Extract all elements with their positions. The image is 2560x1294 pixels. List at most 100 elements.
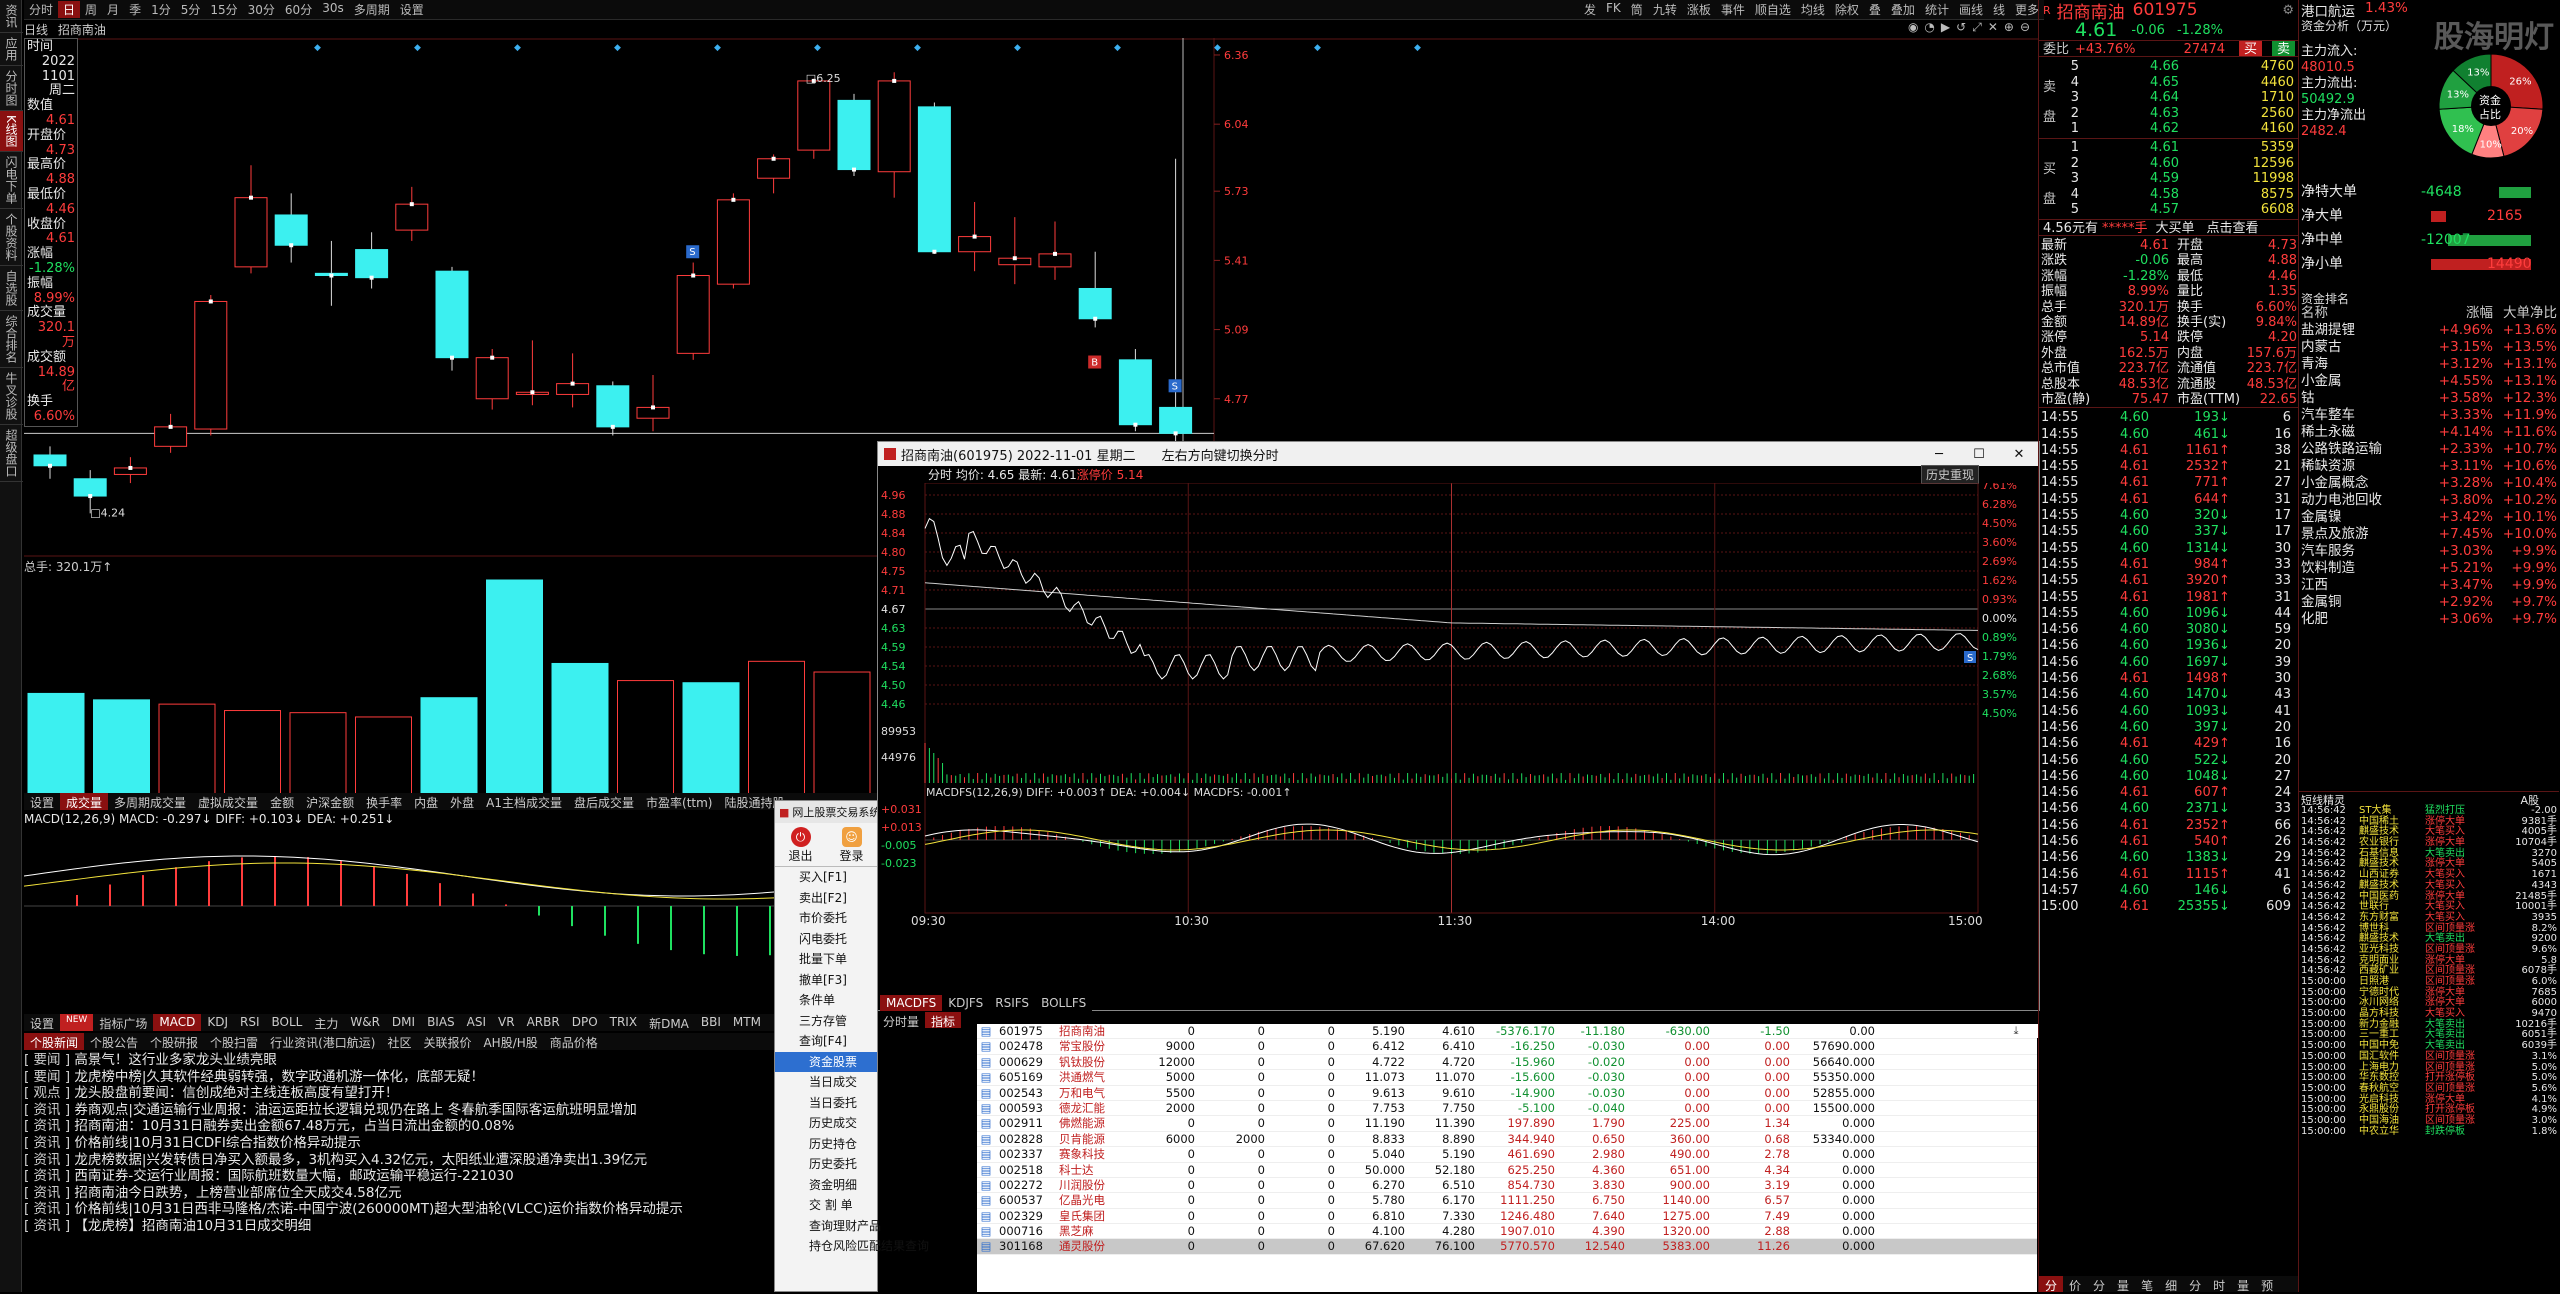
tool-tab-0[interactable]: 发 <box>1579 1 1601 18</box>
period-tab-3[interactable]: 月 <box>102 1 124 18</box>
exit-button[interactable]: ⏻ 退出 <box>775 823 826 866</box>
trade-menu-item-7[interactable]: 三方存管 <box>775 1011 877 1032</box>
popup-tab-0[interactable]: MACDFS <box>880 995 943 1011</box>
leftbar-item-5[interactable]: 个股资料 <box>0 209 23 266</box>
expand-icon[interactable]: ⤢ <box>1972 20 1982 38</box>
rank-row-14[interactable]: 饮料制造 +5.21% +9.9% <box>2299 560 2559 577</box>
leftbar-item-9[interactable]: 超级盘口 <box>0 425 23 482</box>
eye-icon[interactable]: ◉ <box>1908 20 1918 38</box>
indicator-tab-18[interactable]: MTM <box>727 1014 767 1031</box>
indicator-tab-3[interactable]: MACD <box>153 1014 202 1031</box>
period-tab-9[interactable]: 60分 <box>280 1 317 18</box>
mini-row-26[interactable]: 15:00:00 春秋航空 区间顶量涨 5.6% <box>2299 1083 2559 1095</box>
bell-icon[interactable]: ◔ <box>1924 20 1934 38</box>
news-item-9[interactable]: [ 资讯 ] 价格前线|10月31日西非马隆格/杰诺-中国宁波(260000MT… <box>24 1201 776 1218</box>
tool-tab-10[interactable]: 叠加 <box>1886 1 1920 18</box>
rank-row-13[interactable]: 汽车服务 +3.03% +9.9% <box>2299 543 2559 560</box>
table-row[interactable]: ▤ 002518 科士达 0 0 0 50.000 52.180 625.250 4.360 651… <box>977 1163 2037 1178</box>
volume-tab-4[interactable]: 金额 <box>264 793 300 810</box>
volume-tab-8[interactable]: 外盘 <box>444 793 480 810</box>
rank-row-17[interactable]: 化肥 +3.06% +9.7% <box>2299 611 2559 628</box>
indicator-tab-6[interactable]: BOLL <box>266 1014 309 1031</box>
trade-menu-item-14[interactable]: 历史委托 <box>775 1154 877 1175</box>
leftbar-item-8[interactable]: 牛叉诊股 <box>0 368 23 425</box>
indicator-tab-12[interactable]: VR <box>492 1014 521 1031</box>
tool-tab-8[interactable]: 除权 <box>1830 1 1864 18</box>
intraday-chart[interactable]: 4.96 4.88 4.84 4.80 4.75 4.71 4.67 4.63 4.59 4.54… <box>878 479 2039 988</box>
news-tab-0[interactable]: 个股新闻 <box>24 1033 85 1050</box>
indicator-tab-14[interactable]: DPO <box>566 1014 604 1031</box>
trade-menu-item-9[interactable]: 资金股票 <box>775 1051 877 1072</box>
news-item-5[interactable]: [ 资讯 ] 价格前线|10月31日CDFI综合指数价格异动提示 <box>24 1135 776 1152</box>
indicator-tab-0[interactable]: 设置 <box>24 1014 60 1031</box>
rank-row-3[interactable]: 小金属 +4.55% +13.1% <box>2299 373 2559 390</box>
volume-tab-5[interactable]: 沪深金额 <box>300 793 360 810</box>
download-icon[interactable]: ⤓ <box>1994 1024 2038 1038</box>
table-row[interactable]: ▤ 002478 常宝股份 9000 0 0 6.412 6.410 -16.250 -0.030… <box>977 1039 2037 1055</box>
tool-tab-5[interactable]: 事件 <box>1716 1 1750 18</box>
period-tab-1[interactable]: 日 <box>58 1 81 18</box>
table-row[interactable]: ▤ 301168 通灵股份 0 0 0 67.620 76.100 5770.570 12.540… <box>977 1239 2037 1255</box>
period-tab-2[interactable]: 周 <box>80 1 102 18</box>
indicator-tab-15[interactable]: TRIX <box>604 1014 643 1031</box>
mini-row-30[interactable]: 15:00:00 中农立华 封跌停板 1.8% <box>2299 1126 2559 1138</box>
mini-row-10[interactable]: 14:56:42 东方财富 大笔买入 3935 <box>2299 912 2559 924</box>
mini-row-7[interactable]: 14:56:42 麒盛技术 大笔买入 4343 <box>2299 880 2559 892</box>
tool-tab-9[interactable]: 叠 <box>1864 1 1886 18</box>
table-row[interactable]: ▤ 002272 川润股份 0 0 0 6.270 6.510 854.730 3.830 900.… <box>977 1178 2037 1194</box>
table-row[interactable]: ▤ 000716 黑芝麻 0 0 0 4.100 4.280 1907.010 4.390 1320… <box>977 1224 2037 1240</box>
volume-tab-0[interactable]: 设置 <box>24 793 60 810</box>
rank-row-4[interactable]: 钴 +3.58% +12.3% <box>2299 390 2559 407</box>
rank-row-6[interactable]: 稀土永磁 +4.14% +11.6% <box>2299 424 2559 441</box>
tool-tab-7[interactable]: 均线 <box>1796 1 1830 18</box>
news-item-1[interactable]: [ 要闻 ] 龙虎榜中榜|久其软件经典弱转强，数字政通机游一体化，底部无疑！ <box>24 1069 776 1086</box>
table-row[interactable]: ▤ 002911 佛燃能源 0 0 0 11.190 11.390 197.890 1.790 22… <box>977 1116 2037 1132</box>
big-order-link[interactable]: 点击查看 <box>2206 220 2258 236</box>
period-tab-11[interactable]: 多周期 <box>349 1 395 18</box>
indicator-tab-7[interactable]: 主力 <box>308 1014 344 1031</box>
indicator-tab-10[interactable]: BIAS <box>421 1014 461 1031</box>
indicator-tab-4[interactable]: KDJ <box>201 1014 234 1031</box>
trade-menu-item-5[interactable]: 撤单[F3] <box>775 970 877 991</box>
leftbar-item-2[interactable]: 分时图 <box>0 66 23 111</box>
tool-tab-12[interactable]: 画线 <box>1954 1 1988 18</box>
table-row[interactable]: ▤ 605169 洪通燃气 5000 0 0 11.073 11.070 -15.600 -0.0… <box>977 1070 2037 1086</box>
trade-menu-item-1[interactable]: 卖出[F2] <box>775 888 877 909</box>
news-tab-6[interactable]: 关联报价 <box>417 1033 477 1050</box>
trade-menu-item-15[interactable]: 资金明细 <box>775 1175 877 1196</box>
table-row[interactable]: ▤ 002329 皇氏集团 0 0 0 6.810 7.330 1246.480 7.640 127… <box>977 1209 2037 1225</box>
trade-menu-item-12[interactable]: 历史成交 <box>775 1113 877 1134</box>
rank-row-8[interactable]: 稀缺资源 +3.11% +10.6% <box>2299 458 2559 475</box>
news-item-6[interactable]: [ 资讯 ] 龙虎榜数据|兴发转债日净买入额最多，3机构买入4.32亿元，太阳纸… <box>24 1152 776 1169</box>
indicator-tab-2[interactable]: 指标广场 <box>93 1014 153 1031</box>
period-tab-5[interactable]: 1分 <box>146 1 176 18</box>
table-row[interactable]: ▤ 600537 亿晶光电 0 0 0 5.780 6.170 1111.250 6.750 114… <box>977 1193 2037 1209</box>
volume-tab-9[interactable]: A1主档成交量 <box>480 793 568 810</box>
trade-menu-item-2[interactable]: 市价委托 <box>775 908 877 929</box>
rank-header-2[interactable]: 大单净比 <box>2493 305 2557 322</box>
login-button[interactable]: ☺ 登录 <box>826 823 877 866</box>
volume-tab-10[interactable]: 盘后成交量 <box>568 793 640 810</box>
popup-bottom-tab-0[interactable]: 分时量 <box>877 1012 925 1029</box>
news-tab-5[interactable]: 社区 <box>381 1033 417 1050</box>
tool-tab-1[interactable]: FK <box>1601 1 1626 18</box>
quote-bottom-tab-2[interactable]: 分 <box>2087 1276 2111 1293</box>
trade-menu-item-10[interactable]: 当日成交 <box>775 1072 877 1093</box>
indicator-tab-17[interactable]: BBI <box>695 1014 727 1031</box>
popup-tab-2[interactable]: RSIFS <box>989 995 1035 1011</box>
maximize-icon[interactable]: ☐ <box>1959 447 1999 462</box>
rank-row-12[interactable]: 景点及旅游 +7.45% +10.0% <box>2299 526 2559 543</box>
volume-tab-1[interactable]: 成交量 <box>60 793 109 810</box>
news-tab-2[interactable]: 个股研报 <box>144 1033 204 1050</box>
leftbar-item-3[interactable]: K线图 <box>0 111 23 152</box>
quote-bottom-tab-9[interactable]: 预 <box>2255 1276 2279 1293</box>
leftbar-item-6[interactable]: 自选股 <box>0 266 23 311</box>
rank-row-1[interactable]: 内蒙古 +3.15% +13.5% <box>2299 339 2559 356</box>
volume-tab-3[interactable]: 虚拟成交量 <box>192 793 264 810</box>
table-row[interactable]: ▤ 601975 招商南油 0 0 0 5.190 4.610 -5376.170 -11.180… <box>977 1024 2037 1040</box>
trade-menu-item-3[interactable]: 闪电委托 <box>775 929 877 950</box>
volume-tab-7[interactable]: 内盘 <box>408 793 444 810</box>
period-tab-0[interactable]: 分时 <box>24 1 58 18</box>
quote-bottom-tab-7[interactable]: 时 <box>2207 1276 2231 1293</box>
volume-tab-6[interactable]: 换手率 <box>360 793 408 810</box>
